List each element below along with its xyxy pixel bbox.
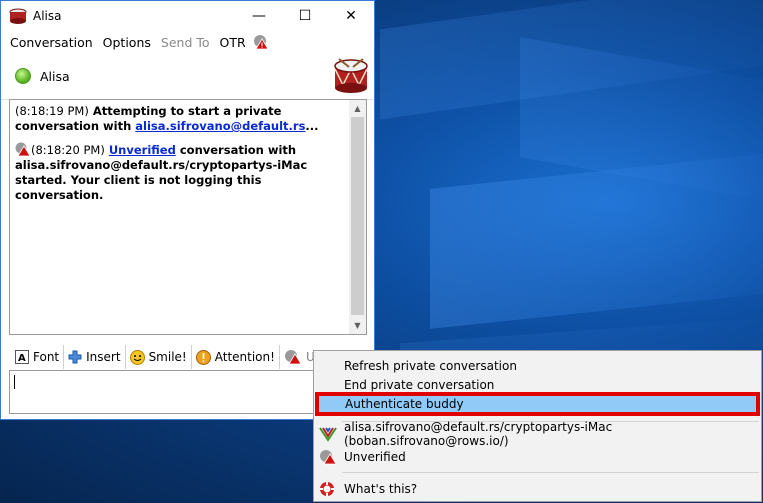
scroll-up-icon[interactable]: ▲ — [349, 100, 366, 117]
conversation-scrollbar[interactable]: ▲ ▼ — [349, 100, 366, 334]
close-icon: ✕ — [345, 8, 357, 24]
attention-button[interactable]: Attention! — [192, 345, 280, 369]
attention-icon — [195, 349, 211, 365]
unverified-icon — [320, 450, 337, 465]
otr-context-menu: Refresh private conversation End private… — [313, 350, 762, 502]
buddy-drum-icon — [334, 58, 368, 93]
online-status-icon — [15, 68, 31, 84]
menu-conversation[interactable]: Conversation — [5, 35, 98, 50]
svg-text:A: A — [18, 353, 26, 364]
message-1-ellipsis: ... — [305, 119, 319, 133]
menu-bar: Conversation Options Send To OTR — [1, 31, 374, 53]
unverified-label: Unverified — [344, 450, 406, 464]
minimize-icon: — — [252, 8, 266, 24]
conversation-history[interactable]: (8:18:19 PM) Attempting to start a priva… — [9, 99, 367, 335]
unverified-otr-icon — [15, 142, 31, 157]
maximize-icon: ☐ — [298, 8, 312, 24]
smile-button[interactable]: Smile! — [126, 345, 192, 369]
close-button[interactable]: ✕ — [328, 1, 374, 31]
authenticate-label: Authenticate buddy — [345, 397, 464, 411]
menu-otr[interactable]: OTR — [215, 35, 251, 50]
buddy-account-link[interactable]: alisa.sifrovano@default.rs — [135, 119, 305, 133]
font-label: Font — [33, 350, 60, 364]
end-label: End private conversation — [344, 378, 495, 392]
pidgin-app-icon — [9, 8, 27, 24]
scroll-down-icon[interactable]: ▼ — [349, 317, 366, 334]
menu-item-account[interactable]: alisa.sifrovano@default.rs/cryptopartys-… — [314, 420, 761, 448]
menu-item-authenticate-buddy[interactable]: Authenticate buddy — [315, 392, 760, 416]
attention-label: Attention! — [214, 350, 275, 364]
title-bar: Alisa — ☐ ✕ — [1, 1, 374, 31]
menu-item-unverified[interactable]: Unverified — [314, 447, 761, 467]
otr-unverified-icon — [284, 349, 302, 365]
message-2-time: (8:18:20 PM) — [31, 143, 105, 157]
window-title: Alisa — [33, 9, 62, 23]
message-2: (8:18:20 PM) Unverified conversation wit… — [15, 142, 346, 203]
buddy-header: Alisa — [1, 53, 374, 100]
refresh-label: Refresh private conversation — [344, 359, 517, 373]
menu-send-to[interactable]: Send To — [156, 35, 215, 50]
message-1-time: (8:18:19 PM) — [15, 104, 89, 118]
message-1: (8:18:19 PM) Attempting to start a priva… — [15, 104, 346, 134]
text-caret — [14, 375, 15, 389]
scroll-thumb[interactable] — [351, 117, 364, 315]
buddy-name: Alisa — [40, 68, 70, 84]
menu-options[interactable]: Options — [98, 35, 156, 50]
insert-plus-icon — [68, 350, 82, 364]
smiley-icon — [129, 349, 145, 365]
insert-label: Insert — [86, 350, 121, 364]
account-label: alisa.sifrovano@default.rs/cryptopartys-… — [344, 420, 613, 448]
menu-item-whats-this[interactable]: What's this? — [314, 479, 761, 499]
otr-warning-icon[interactable] — [253, 34, 269, 50]
menu-item-refresh[interactable]: Refresh private conversation — [314, 356, 761, 376]
minimize-button[interactable]: — — [236, 1, 282, 31]
protocol-icon — [319, 427, 337, 442]
font-button[interactable]: A Font — [11, 345, 65, 369]
whats-this-label: What's this? — [344, 482, 418, 496]
unverified-link[interactable]: Unverified — [109, 143, 176, 157]
help-lifebuoy-icon — [320, 482, 334, 496]
smile-label: Smile! — [148, 350, 187, 364]
insert-button[interactable]: Insert — [64, 345, 126, 369]
menu-separator — [342, 472, 759, 473]
maximize-button[interactable]: ☐ — [282, 1, 328, 31]
font-icon: A — [15, 350, 29, 364]
